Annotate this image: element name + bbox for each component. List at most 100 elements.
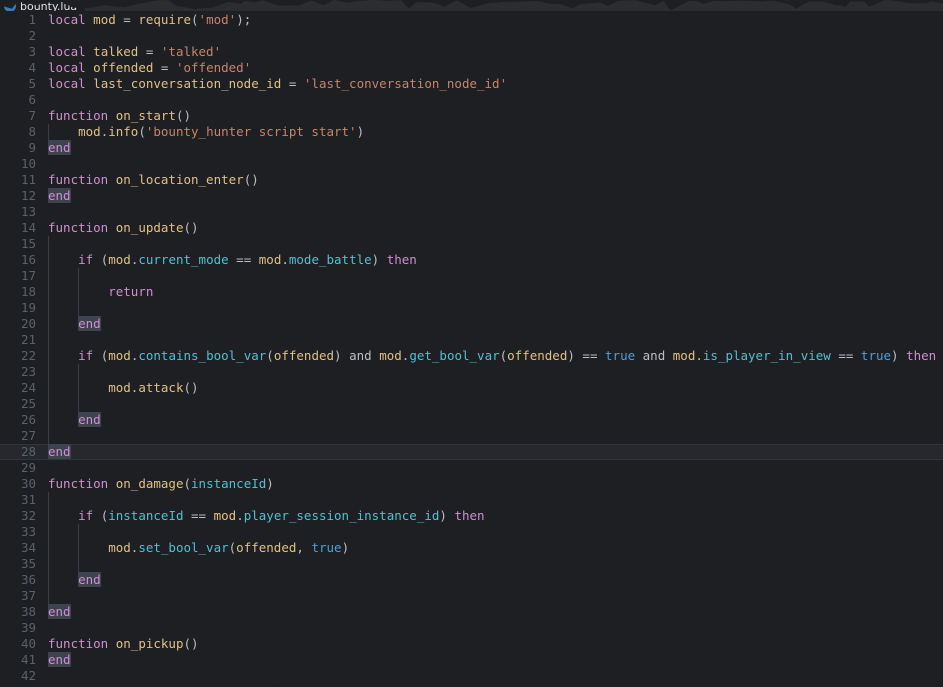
indent-guide	[48, 268, 49, 284]
indent-guide	[48, 236, 49, 252]
code-token: ()	[175, 108, 192, 123]
code-line[interactable]: 23	[0, 364, 943, 380]
code-line[interactable]: 27	[0, 428, 943, 444]
code-token: instanceId	[108, 508, 184, 523]
code-token: ()	[243, 172, 259, 187]
line-number: 18	[20, 284, 36, 299]
line-number: 15	[20, 236, 36, 251]
code-line[interactable]: 24 mod.attack()	[0, 380, 943, 396]
indent-guide	[48, 588, 49, 604]
code-token: ()	[183, 636, 199, 651]
code-token: true	[860, 348, 892, 363]
code-line[interactable]: 26 end	[0, 412, 943, 428]
code-line[interactable]: 9 end	[0, 140, 943, 156]
code-text: local talked = 'talked'	[48, 44, 221, 60]
code-line[interactable]: 39	[0, 620, 943, 636]
code-line[interactable]: 8 mod.info('bounty_hunter script start')	[0, 124, 943, 140]
code-token: local	[48, 76, 86, 91]
indent-guide	[78, 556, 80, 572]
code-line[interactable]: 21	[0, 332, 943, 348]
code-editor-window: bounty.lua 1 local mod = require('mod'); 2…	[0, 0, 943, 687]
code-line[interactable]: 25	[0, 396, 943, 412]
code-line[interactable]: 22 if (mod.contains_bool_var(offended) a…	[0, 348, 943, 364]
code-token: end	[48, 604, 71, 619]
code-line[interactable]: 16 if (mod.current_mode == mod.mode_batt…	[0, 252, 943, 268]
code-line[interactable]: 34 mod.set_bool_var(offended, true)	[0, 540, 943, 556]
code-token: offended	[507, 348, 568, 363]
code-token: attack	[138, 380, 184, 395]
code-line[interactable]: 36 end	[0, 572, 943, 588]
code-token: end	[78, 412, 101, 427]
code-token: )	[439, 508, 455, 523]
code-line[interactable]: 6	[0, 92, 943, 108]
code-text: function on_start()	[48, 108, 191, 124]
line-number: 28	[20, 444, 36, 459]
code-text: local offended = 'offended'	[48, 60, 251, 76]
code-token: local	[48, 12, 86, 27]
code-line[interactable]: 37	[0, 588, 943, 604]
code-line[interactable]: 1 local mod = require('mod');	[0, 12, 943, 28]
code-line[interactable]: 3 local talked = 'talked'	[0, 44, 943, 60]
code-token: mod	[108, 252, 131, 267]
code-token: (	[191, 12, 199, 27]
code-line[interactable]: 31	[0, 492, 943, 508]
line-number: 21	[20, 332, 36, 347]
code-text: function on_damage(instanceId)	[48, 476, 274, 492]
code-line[interactable]: 11 function on_location_enter()	[0, 172, 943, 188]
code-line[interactable]: 15	[0, 236, 943, 252]
code-token: function	[48, 108, 109, 123]
code-line[interactable]: 32 if (instanceId == mod.player_session_…	[0, 508, 943, 524]
code-token: info	[108, 124, 139, 139]
editor-tab-bounty-lua[interactable]: bounty.lua	[0, 0, 86, 11]
line-number: 5	[28, 76, 36, 91]
code-token: (	[266, 348, 274, 363]
code-line[interactable]: 41 end	[0, 652, 943, 668]
code-token: (	[183, 476, 192, 491]
code-line[interactable]: 29	[0, 460, 943, 476]
code-line[interactable]: 33	[0, 524, 943, 540]
code-line[interactable]: 12 end	[0, 188, 943, 204]
code-token: )	[891, 348, 907, 363]
code-text: mod.info('bounty_hunter script start')	[48, 124, 364, 140]
code-line[interactable]: 7 function on_start()	[0, 108, 943, 124]
code-line[interactable]: 20 end	[0, 316, 943, 332]
code-token: return	[108, 284, 154, 299]
indent-guide	[78, 300, 80, 316]
code-line[interactable]: 5 local last_conversation_node_id = 'last…	[0, 76, 943, 92]
code-token: mod	[108, 380, 131, 395]
code-line[interactable]: 17	[0, 268, 943, 284]
code-line[interactable]: 10	[0, 156, 943, 172]
code-line[interactable]: 28 end	[0, 444, 943, 460]
code-line[interactable]: 40 function on_pickup()	[0, 636, 943, 652]
code-line[interactable]: 30 function on_damage(instanceId)	[0, 476, 943, 492]
line-number: 2	[28, 28, 36, 43]
code-token: function	[48, 636, 109, 651]
code-line[interactable]: 13	[0, 204, 943, 220]
code-line[interactable]: 2	[0, 28, 943, 44]
code-editor-area[interactable]: 1 local mod = require('mod'); 2 3 local talk…	[0, 11, 943, 687]
code-line[interactable]: 35	[0, 556, 943, 572]
line-number: 10	[20, 156, 36, 171]
line-number: 6	[28, 92, 36, 107]
code-line[interactable]: 42	[0, 668, 943, 684]
lua-moon-icon	[4, 0, 17, 11]
code-text: if (mod.contains_bool_var(offended) and …	[48, 348, 936, 364]
code-line[interactable]: 18 return	[0, 284, 943, 300]
code-token: 'talked'	[160, 44, 222, 59]
line-number: 37	[20, 588, 36, 603]
code-token: mod	[672, 348, 696, 363]
code-line[interactable]: 38 end	[0, 604, 943, 620]
code-line[interactable]: 14 function on_update()	[0, 220, 943, 236]
code-token: player_session_instance_id	[243, 508, 440, 523]
line-number: 39	[20, 620, 36, 635]
line-number: 3	[28, 44, 36, 59]
code-token: .	[695, 348, 703, 363]
code-line[interactable]: 4 local offended = 'offended'	[0, 60, 943, 76]
code-line[interactable]: 19	[0, 300, 943, 316]
